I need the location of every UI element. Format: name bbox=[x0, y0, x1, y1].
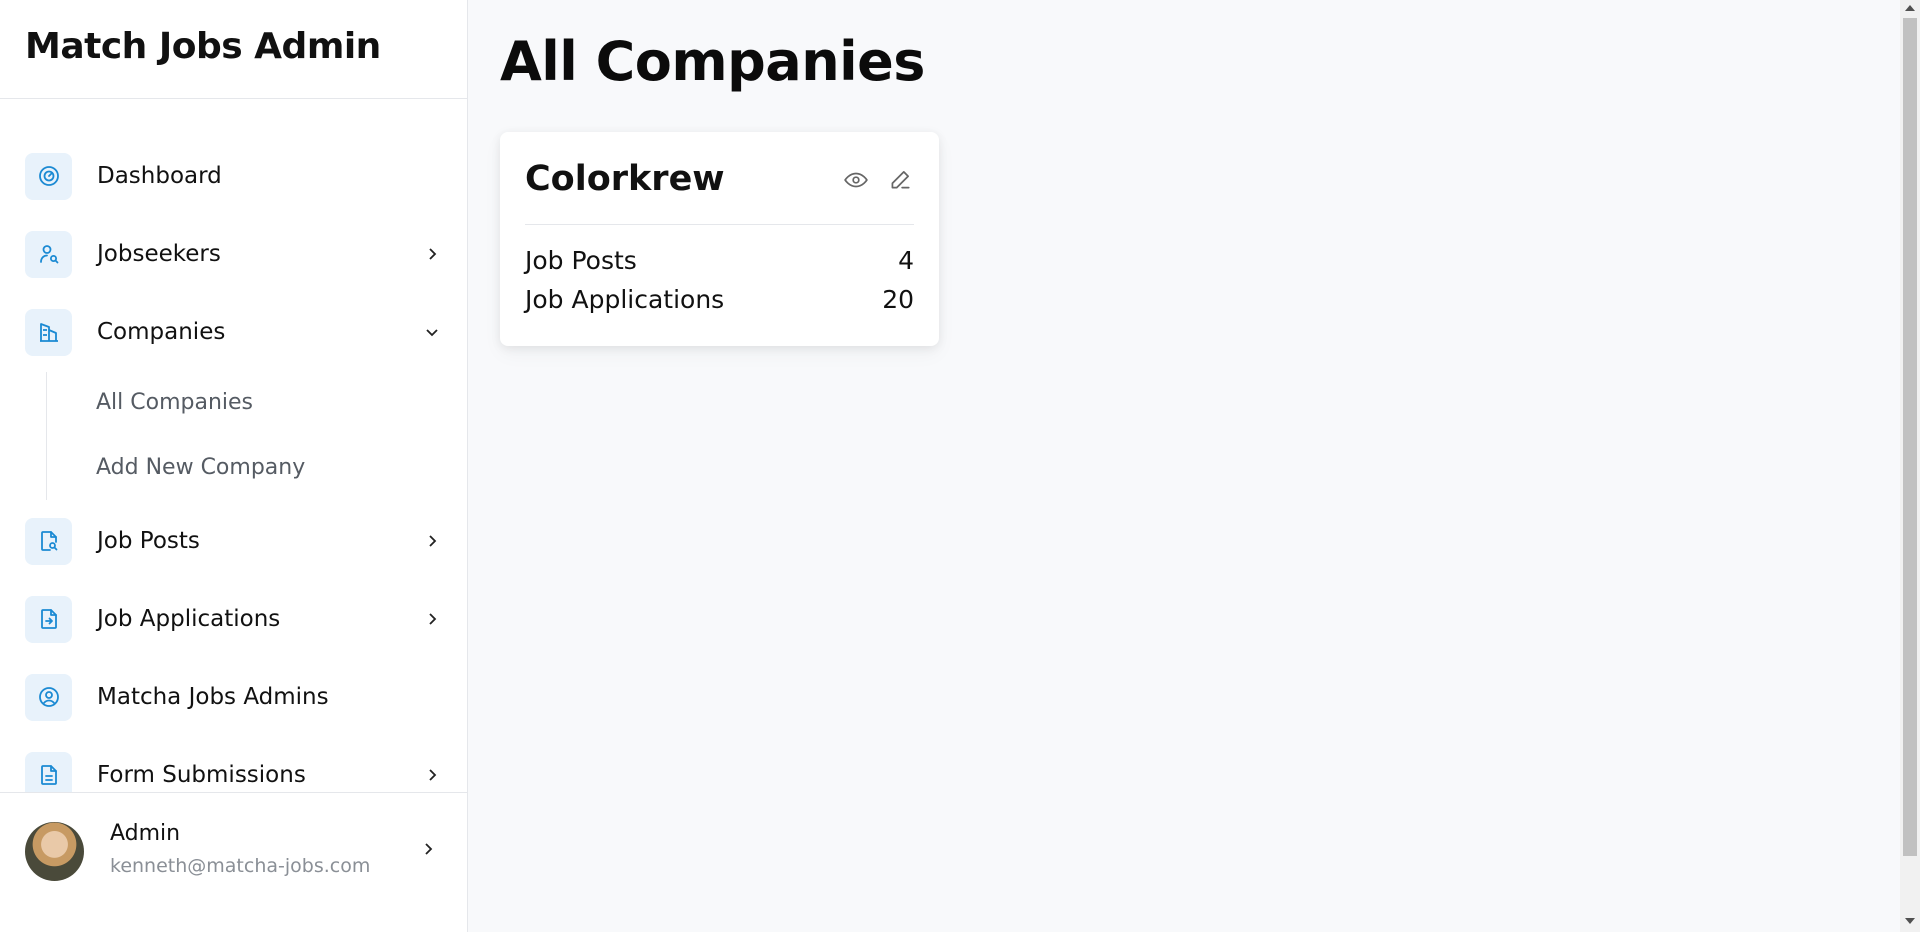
sidebar-item-job-posts[interactable]: Job Posts bbox=[25, 517, 442, 565]
scroll-down-arrow-icon[interactable] bbox=[1905, 918, 1915, 924]
sidebar-item-form-submissions[interactable]: Form Submissions bbox=[25, 751, 442, 792]
stat-row-job-applications: Job Applications 20 bbox=[525, 285, 914, 314]
user-name: Admin bbox=[110, 821, 181, 846]
chevron-right-icon bbox=[422, 531, 442, 551]
sidebar-item-companies[interactable]: Companies bbox=[25, 308, 442, 356]
user-search-icon bbox=[25, 230, 72, 278]
user-circle-icon bbox=[25, 673, 72, 721]
stat-value: 20 bbox=[882, 285, 914, 314]
sidebar-item-matcha-jobs-admins[interactable]: Matcha Jobs Admins bbox=[25, 673, 442, 721]
card-divider bbox=[525, 224, 914, 225]
stat-label: Job Applications bbox=[525, 285, 725, 314]
stat-label: Job Posts bbox=[525, 246, 637, 275]
sidebar-item-job-applications[interactable]: Job Applications bbox=[25, 595, 442, 643]
submenu-item-add-new-company[interactable]: Add New Company bbox=[96, 455, 305, 480]
sidebar-item-label: Job Applications bbox=[97, 606, 281, 632]
scrollbar-thumb[interactable] bbox=[1903, 18, 1917, 856]
sidebar-item-label: Dashboard bbox=[97, 163, 222, 189]
card-actions bbox=[842, 166, 914, 194]
company-name: Colorkrew bbox=[525, 159, 725, 199]
chevron-right-icon[interactable] bbox=[421, 841, 441, 861]
chevron-down-icon bbox=[422, 322, 442, 342]
document-arrow-icon bbox=[25, 595, 72, 643]
sidebar-item-label: Jobseekers bbox=[97, 241, 221, 267]
sidebar-item-jobseekers[interactable]: Jobseekers bbox=[25, 230, 442, 278]
chevron-right-icon bbox=[422, 609, 442, 629]
edit-pencil-icon[interactable] bbox=[886, 166, 914, 194]
page-title: All Companies bbox=[500, 30, 925, 93]
company-card: Colorkrew Job Posts 4 Job Applications 2… bbox=[500, 132, 939, 346]
scroll-up-arrow-icon[interactable] bbox=[1905, 5, 1915, 11]
stat-row-job-posts: Job Posts 4 bbox=[525, 246, 914, 275]
chevron-right-icon bbox=[422, 765, 442, 785]
dashboard-gauge-icon bbox=[25, 152, 72, 200]
sidebar-item-label: Companies bbox=[97, 319, 226, 345]
document-text-icon bbox=[25, 751, 72, 792]
user-profile[interactable]: Admin kenneth@matcha-jobs.com bbox=[0, 792, 467, 932]
page-scrollbar[interactable] bbox=[1900, 0, 1920, 932]
main-content: All Companies Colorkrew Job Posts 4 Job … bbox=[468, 0, 1900, 932]
sidebar: Match Jobs Admin Dashboard Jobseekers Co… bbox=[0, 0, 468, 932]
sidebar-item-label: Form Submissions bbox=[97, 762, 306, 788]
companies-submenu-rail bbox=[46, 372, 47, 500]
sidebar-item-label: Job Posts bbox=[97, 528, 200, 554]
view-eye-icon[interactable] bbox=[842, 166, 870, 194]
stat-value: 4 bbox=[898, 246, 914, 275]
submenu-item-all-companies[interactable]: All Companies bbox=[96, 390, 253, 415]
brand-title: Match Jobs Admin bbox=[0, 0, 467, 99]
user-email: kenneth@matcha-jobs.com bbox=[110, 855, 371, 877]
building-icon bbox=[25, 308, 72, 356]
sidebar-nav: Dashboard Jobseekers Companies All Compa… bbox=[0, 100, 467, 792]
avatar bbox=[25, 822, 84, 881]
sidebar-item-label: Matcha Jobs Admins bbox=[97, 684, 329, 710]
sidebar-item-dashboard[interactable]: Dashboard bbox=[25, 152, 442, 200]
chevron-right-icon bbox=[422, 244, 442, 264]
document-search-icon bbox=[25, 517, 72, 565]
